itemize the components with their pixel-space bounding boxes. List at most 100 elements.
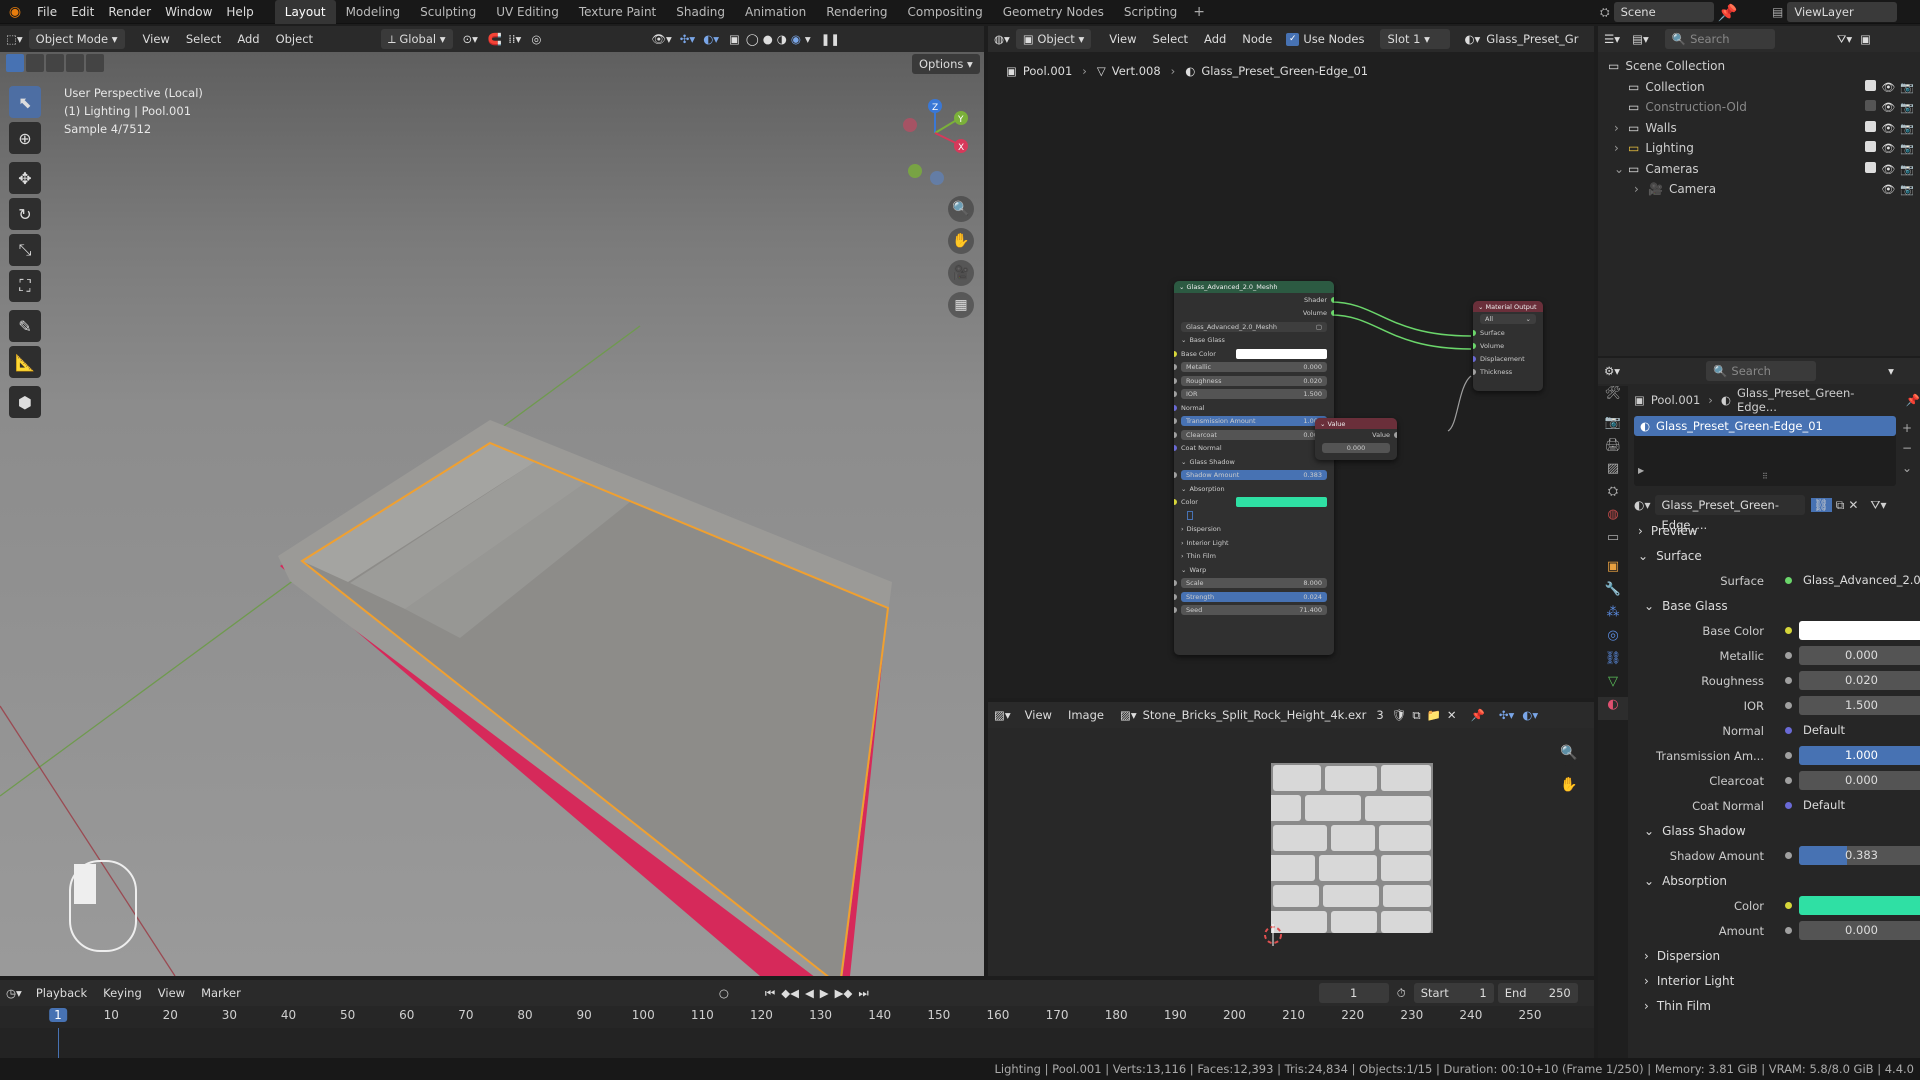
- image-name[interactable]: Stone_Bricks_Split_Rock_Height_4k.exr: [1143, 708, 1367, 722]
- exclude-checkbox-icon[interactable]: [1865, 120, 1877, 132]
- workspace-tab-shading[interactable]: Shading: [666, 0, 735, 24]
- input-socket[interactable]: [1174, 364, 1177, 371]
- volume-socket[interactable]: [1473, 342, 1476, 349]
- node-tree-icon[interactable]: ⛓: [1810, 498, 1832, 512]
- section-dispersion[interactable]: › Dispersion: [1634, 943, 1920, 968]
- surface-socket[interactable]: [1473, 329, 1476, 336]
- outliner[interactable]: ☰▾ ▤▾ 🔍 Search ⛛▾ ▣ ▭ Scene Collection ▭ Col…: [1598, 26, 1920, 356]
- blender-logo-icon[interactable]: ◉: [0, 4, 30, 20]
- properties-options-icon[interactable]: ▾: [1888, 364, 1894, 378]
- input-socket[interactable]: [1174, 607, 1177, 614]
- timeline-menu-marker[interactable]: Marker: [193, 982, 249, 1004]
- constraints-tab-icon[interactable]: ⛓: [1598, 651, 1628, 674]
- image-editor-type-icon[interactable]: ▨▾: [988, 708, 1017, 722]
- output-shader-socket[interactable]: [1331, 296, 1334, 303]
- menu-file[interactable]: File: [30, 0, 64, 24]
- outliner-item-walls[interactable]: › ▭ Walls 👁 📷: [1598, 118, 1920, 139]
- view-layer-tab-icon[interactable]: ▨: [1598, 461, 1628, 484]
- workspace-tab-layout[interactable]: Layout: [274, 0, 336, 24]
- panel-chevron-icon[interactable]: ›: [1181, 525, 1184, 533]
- timeline[interactable]: ◷▾ Playback Keying View Marker ○ ⏮ ◆◀ ◀ ▶ ▶…: [0, 980, 1594, 1058]
- jump-next-key-icon[interactable]: ▶◆: [835, 986, 853, 1000]
- render-toggle-icon[interactable]: 📷: [1900, 183, 1914, 196]
- section-surface[interactable]: ⌄ Surface: [1634, 543, 1920, 568]
- socket-dot[interactable]: [1785, 677, 1792, 684]
- workspace-tab-rendering[interactable]: Rendering: [816, 0, 897, 24]
- value-output-socket[interactable]: [1394, 432, 1397, 438]
- node-datablock-field[interactable]: Glass_Advanced_2.0_Meshh ▢: [1181, 321, 1327, 332]
- visibility-eye-icon[interactable]: 👁: [1881, 142, 1895, 155]
- node-value-field[interactable]: Scale 8.000: [1181, 578, 1327, 589]
- visibility-eye-icon[interactable]: 👁: [1881, 101, 1895, 114]
- collection-tab-icon[interactable]: ▭: [1598, 530, 1628, 553]
- node-color-swatch[interactable]: [1236, 497, 1327, 508]
- input-socket[interactable]: [1174, 404, 1177, 411]
- panel-chevron-icon[interactable]: ⌄: [1181, 458, 1186, 466]
- collapse-icon[interactable]: ⌄: [1179, 283, 1187, 291]
- menu-edit[interactable]: Edit: [64, 0, 101, 24]
- start-frame-field[interactable]: Start 1: [1413, 983, 1494, 1003]
- output-node-header[interactable]: ⌄ Material Output: [1473, 301, 1543, 312]
- normal-value[interactable]: Default: [1799, 721, 1920, 740]
- scene-selector[interactable]: ⛭ Scene 📌: [1600, 2, 1738, 22]
- timeline-type-icon[interactable]: ◷▾: [0, 986, 28, 1000]
- socket-dot[interactable]: [1785, 777, 1792, 784]
- transmission-value[interactable]: 1.000: [1799, 746, 1920, 765]
- workspace-tab-scripting[interactable]: Scripting: [1114, 0, 1187, 24]
- socket-dot[interactable]: [1785, 652, 1792, 659]
- viewlayer-selector[interactable]: ▤ ViewLayer: [1772, 2, 1898, 22]
- output-tab-icon[interactable]: 🖨: [1598, 438, 1628, 461]
- image-users-count[interactable]: 3: [1376, 708, 1383, 722]
- section-base-glass[interactable]: ⌄ Base Glass: [1634, 593, 1920, 618]
- material-slot-list[interactable]: ◐ Glass_Preset_Green-Edge_01 ▶ ⠿: [1634, 416, 1896, 486]
- end-frame-field[interactable]: End 250: [1497, 983, 1578, 1003]
- panel-chevron-icon[interactable]: ⌄: [1181, 336, 1186, 344]
- section-absorption[interactable]: ⌄ Absorption: [1634, 868, 1920, 893]
- pan-hand-icon[interactable]: ✋: [1556, 772, 1582, 798]
- fake-user-icon[interactable]: 🛡: [1392, 708, 1407, 722]
- outliner-item-cameras[interactable]: ⌄ ▭ Cameras 👁 📷: [1598, 159, 1920, 180]
- amount-value[interactable]: 0.000: [1799, 921, 1920, 940]
- value-field[interactable]: 0.000: [1322, 443, 1390, 453]
- text-cursor-icon[interactable]: [1187, 511, 1193, 521]
- menu-help[interactable]: Help: [219, 0, 260, 24]
- timeline-menu-view[interactable]: View: [150, 982, 193, 1004]
- pin-icon[interactable]: 📌: [1906, 393, 1920, 407]
- panel-chevron-icon[interactable]: ›: [1181, 539, 1184, 547]
- material-browse-icon[interactable]: ◐▾: [1634, 498, 1651, 512]
- clock-icon[interactable]: ⏱: [1397, 986, 1406, 1001]
- viewlayer-name[interactable]: ViewLayer: [1787, 2, 1898, 22]
- physics-tab-icon[interactable]: ◎: [1598, 628, 1628, 651]
- input-socket[interactable]: [1174, 350, 1177, 357]
- socket-dot[interactable]: [1785, 902, 1792, 909]
- pan-hand-icon[interactable]: ✋: [948, 228, 974, 254]
- viewport-scene[interactable]: [0, 26, 984, 976]
- outliner-search-input[interactable]: 🔍 Search: [1664, 29, 1775, 49]
- workspace-tab-texture-paint[interactable]: Texture Paint: [569, 0, 666, 24]
- panel-chevron-icon[interactable]: ›: [1181, 552, 1184, 560]
- chevron-down-icon[interactable]: ⌄: [1614, 162, 1626, 176]
- navigation-gizmo[interactable]: Z Y X: [895, 88, 975, 188]
- workspace-tab-compositing[interactable]: Compositing: [897, 0, 992, 24]
- outliner-item-scene-collection[interactable]: ▭ Scene Collection: [1598, 56, 1920, 77]
- collapse-icon[interactable]: ⌄: [1478, 303, 1486, 311]
- visibility-eye-icon[interactable]: 👁: [1881, 81, 1895, 94]
- exclude-checkbox-unchecked-icon[interactable]: [1865, 100, 1877, 112]
- image-menu-image[interactable]: Image: [1060, 704, 1112, 726]
- panel-chevron-icon[interactable]: ⌄: [1181, 566, 1186, 574]
- object-tab-icon[interactable]: ▣: [1598, 559, 1628, 582]
- timeline-ruler[interactable]: 1 10 20 30 40 50 60 70 80 90 100 110 120 130 140 150 160…: [0, 1006, 1594, 1026]
- properties-search-input[interactable]: 🔍 Search: [1706, 361, 1817, 381]
- particles-tab-icon[interactable]: ⁂: [1598, 605, 1628, 628]
- unlink-image-icon[interactable]: ✕: [1447, 708, 1457, 722]
- play-icon[interactable]: ▶: [820, 986, 829, 1000]
- shadow-amount-slider[interactable]: 0.383: [1799, 846, 1920, 865]
- ortho-grid-icon[interactable]: ▦: [948, 292, 974, 318]
- exclude-checkbox-icon[interactable]: [1865, 161, 1877, 173]
- socket-dot[interactable]: [1785, 927, 1792, 934]
- socket-dot[interactable]: [1785, 752, 1792, 759]
- breadcrumb-object[interactable]: Pool.001: [1651, 393, 1700, 407]
- value-node-header[interactable]: ⌄ Value: [1315, 418, 1397, 429]
- node-editor[interactable]: ◍▾ ▣ Object ▾ View Select Add Node ✓ Use No…: [988, 26, 1594, 698]
- metallic-value[interactable]: 0.000: [1799, 646, 1920, 665]
